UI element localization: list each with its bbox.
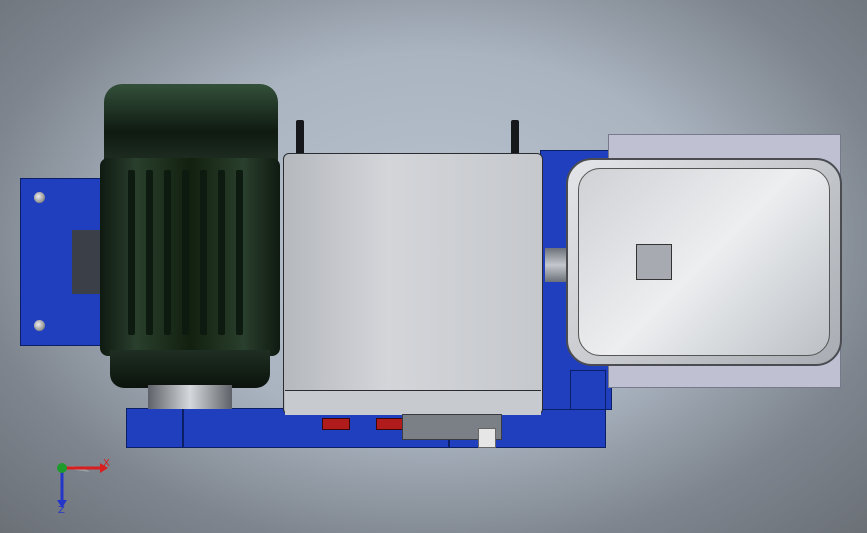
motor-fin	[182, 170, 189, 335]
hopper-inner	[578, 168, 830, 356]
z-axis-label: Z	[58, 505, 65, 516]
motor-fin	[146, 170, 153, 335]
y-axis-dot	[57, 463, 67, 473]
motor-fin	[200, 170, 207, 335]
plate-bolt-bottom	[34, 320, 45, 331]
motor-coupling	[148, 385, 232, 409]
motor-body	[100, 158, 280, 356]
motor-fin	[236, 170, 243, 335]
mounting-slot	[72, 230, 100, 294]
stud-bolt	[511, 120, 519, 156]
gear-housing	[283, 153, 543, 415]
cad-viewport[interactable]: X Z	[0, 0, 867, 533]
plate-bolt-top	[34, 192, 45, 203]
drain-fitting	[376, 418, 404, 430]
stud-bolt	[296, 120, 304, 156]
housing-bottom-edge	[285, 390, 541, 415]
drain-fitting	[322, 418, 350, 430]
spout	[478, 428, 496, 448]
motor-fin	[164, 170, 171, 335]
motor-fan-cover	[104, 84, 278, 164]
right-bracket-foot	[570, 370, 606, 410]
x-axis-label: X	[103, 458, 110, 469]
hopper-throat	[636, 244, 672, 280]
motor-fin	[218, 170, 225, 335]
motor-foot	[110, 350, 270, 388]
base-frame-divider	[182, 408, 184, 448]
motor-fin	[128, 170, 135, 335]
